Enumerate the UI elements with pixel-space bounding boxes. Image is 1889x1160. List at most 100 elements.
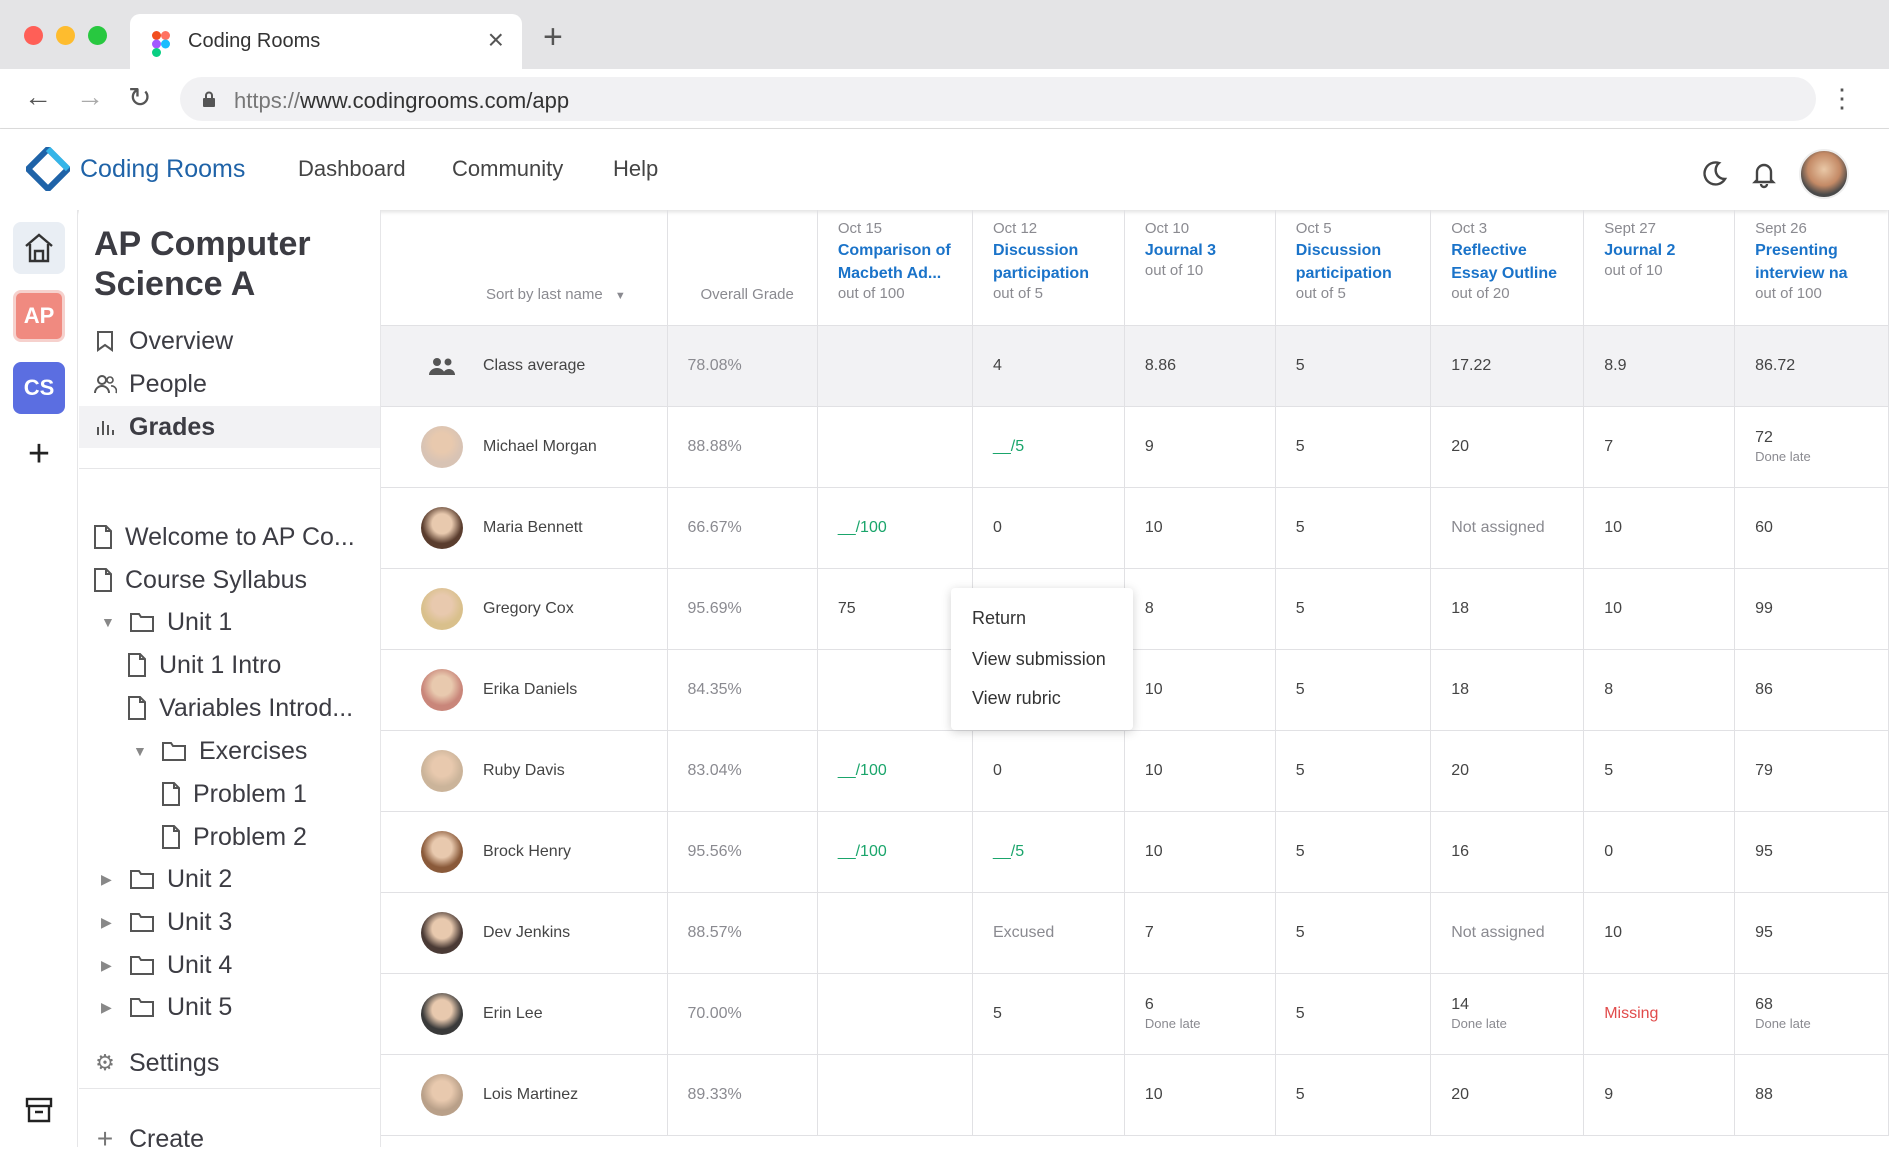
- tree-item-unit-3[interactable]: ▶ Unit 3: [101, 902, 232, 942]
- grade-cell[interactable]: 7: [1583, 406, 1736, 488]
- grade-cell[interactable]: 0: [972, 487, 1125, 569]
- notifications-bell-icon[interactable]: [1749, 159, 1779, 189]
- assignment-header[interactable]: Oct 5 Discussion participation out of 5: [1275, 210, 1432, 326]
- grade-cell[interactable]: Not assigned: [1430, 487, 1585, 569]
- grade-cell[interactable]: [817, 1054, 973, 1136]
- grade-cell[interactable]: 5: [972, 973, 1125, 1055]
- grade-cell[interactable]: Not assigned: [1430, 892, 1585, 974]
- grade-cell[interactable]: 14 Done late: [1430, 973, 1585, 1055]
- sidebar-item-settings[interactable]: ⚙ Settings: [93, 1042, 219, 1084]
- assignment-header[interactable]: Oct 3 Reflective Essay Outline out of 20: [1430, 210, 1585, 326]
- grade-cell[interactable]: 10: [1124, 1054, 1276, 1136]
- sidebar-item-overview[interactable]: Overview: [93, 320, 233, 362]
- minimize-window-button[interactable]: [56, 26, 75, 45]
- close-window-button[interactable]: [24, 26, 43, 45]
- grade-cell[interactable]: 16: [1430, 811, 1585, 893]
- grade-cell[interactable]: 5: [1275, 973, 1432, 1055]
- grade-cell[interactable]: [817, 406, 973, 488]
- grade-cell[interactable]: 5: [1275, 406, 1432, 488]
- tree-item-unit-1-intro[interactable]: Unit 1 Intro: [127, 645, 281, 685]
- grade-cell[interactable]: __/100: [817, 811, 973, 893]
- grade-cell[interactable]: 18: [1430, 568, 1585, 650]
- dark-mode-moon-icon[interactable]: [1699, 159, 1729, 189]
- tree-item-unit-5[interactable]: ▶ Unit 5: [101, 987, 232, 1027]
- caret-down-icon[interactable]: ▼: [101, 614, 119, 630]
- menu-item-view-submission[interactable]: View submission: [972, 649, 1106, 670]
- grade-cell[interactable]: 9: [1583, 1054, 1736, 1136]
- browser-tab[interactable]: Coding Rooms ×: [130, 14, 522, 69]
- assignment-header[interactable]: Sept 26 Presenting interview na out of 100: [1734, 210, 1889, 326]
- grade-cell[interactable]: [972, 1054, 1125, 1136]
- assignment-header[interactable]: Oct 12 Discussion participation out of 5: [972, 210, 1125, 326]
- archive-icon[interactable]: [24, 1095, 54, 1125]
- grade-cell[interactable]: [817, 973, 973, 1055]
- student-name[interactable]: Erika Daniels: [483, 681, 577, 699]
- grade-cell[interactable]: 5: [1275, 649, 1432, 731]
- grade-cell[interactable]: 5: [1275, 487, 1432, 569]
- grade-cell[interactable]: 5: [1275, 730, 1432, 812]
- tree-item-unit-2[interactable]: ▶ Unit 2: [101, 859, 232, 899]
- grade-cell[interactable]: 8: [1583, 649, 1736, 731]
- menu-item-view-rubric[interactable]: View rubric: [972, 688, 1061, 709]
- grade-cell[interactable]: 5: [1583, 730, 1736, 812]
- student-name[interactable]: Maria Bennett: [483, 519, 583, 537]
- grade-cell[interactable]: 10: [1583, 568, 1736, 650]
- brand-logo[interactable]: Coding Rooms: [26, 147, 245, 191]
- grade-cell[interactable]: 5: [1275, 568, 1432, 650]
- grade-cell[interactable]: 8: [1124, 568, 1276, 650]
- grade-cell[interactable]: 18: [1430, 649, 1585, 731]
- course-ap-button[interactable]: AP: [13, 290, 65, 342]
- student-name[interactable]: Lois Martinez: [483, 1086, 578, 1104]
- grade-cell[interactable]: 10: [1583, 892, 1736, 974]
- grade-cell[interactable]: 99: [1734, 568, 1889, 650]
- grade-cell[interactable]: 7: [1124, 892, 1276, 974]
- back-arrow-icon[interactable]: ←: [24, 81, 52, 113]
- tree-item-unit-4[interactable]: ▶ Unit 4: [101, 945, 232, 985]
- caret-right-icon[interactable]: ▶: [101, 999, 119, 1016]
- grade-cell[interactable]: 10: [1124, 730, 1276, 812]
- grade-cell[interactable]: 86: [1734, 649, 1889, 731]
- grade-cell[interactable]: __/100: [817, 730, 973, 812]
- new-tab-button[interactable]: +: [543, 20, 563, 54]
- student-name[interactable]: Erin Lee: [483, 1005, 543, 1023]
- tree-item-variables[interactable]: Variables Introd...: [127, 688, 353, 728]
- add-course-button[interactable]: +: [13, 428, 65, 480]
- course-cs-button[interactable]: CS: [13, 362, 65, 414]
- grade-cell[interactable]: 20: [1430, 1054, 1585, 1136]
- grade-cell[interactable]: 10: [1583, 487, 1736, 569]
- grade-cell[interactable]: 10: [1124, 487, 1276, 569]
- grade-cell[interactable]: 75: [817, 568, 973, 650]
- assignment-header[interactable]: Sept 27 Journal 2 out of 10: [1583, 210, 1736, 326]
- grade-cell[interactable]: __/100: [817, 487, 973, 569]
- grade-cell[interactable]: Missing: [1583, 973, 1736, 1055]
- grade-cell[interactable]: __/5: [972, 811, 1125, 893]
- close-tab-icon[interactable]: ×: [488, 24, 504, 56]
- maximize-window-button[interactable]: [88, 26, 107, 45]
- grade-cell[interactable]: Excused: [972, 892, 1125, 974]
- caret-right-icon[interactable]: ▶: [101, 957, 119, 974]
- grade-cell[interactable]: 95: [1734, 811, 1889, 893]
- tree-item-problem-1[interactable]: Problem 1: [161, 774, 307, 814]
- grade-cell[interactable]: 0: [1583, 811, 1736, 893]
- sidebar-item-grades[interactable]: Grades: [79, 406, 380, 448]
- grade-cell[interactable]: __/5: [972, 406, 1125, 488]
- sidebar-item-people[interactable]: People: [93, 363, 207, 405]
- grade-cell[interactable]: 10: [1124, 649, 1276, 731]
- caret-right-icon[interactable]: ▶: [101, 914, 119, 931]
- tree-item-unit-1[interactable]: ▼ Unit 1: [101, 602, 232, 642]
- tree-item-syllabus[interactable]: Course Syllabus: [93, 560, 307, 600]
- create-button[interactable]: + Create: [93, 1118, 204, 1160]
- grade-cell[interactable]: 68 Done late: [1734, 973, 1889, 1055]
- grade-cell[interactable]: 9: [1124, 406, 1276, 488]
- grade-cell[interactable]: 5: [1275, 811, 1432, 893]
- user-avatar[interactable]: [1799, 149, 1849, 199]
- assignment-header[interactable]: Oct 15 Comparison of Macbeth Ad... out of …: [817, 210, 973, 326]
- student-name[interactable]: Ruby Davis: [483, 762, 565, 780]
- grade-cell[interactable]: 5: [1275, 1054, 1432, 1136]
- url-field[interactable]: https://www.codingrooms.com/app: [180, 77, 1816, 121]
- forward-arrow-icon[interactable]: →: [76, 81, 104, 113]
- grade-cell[interactable]: [817, 892, 973, 974]
- sort-dropdown[interactable]: Sort by last name ▼: [381, 210, 668, 326]
- student-name[interactable]: Dev Jenkins: [483, 924, 570, 942]
- home-button[interactable]: [13, 222, 65, 274]
